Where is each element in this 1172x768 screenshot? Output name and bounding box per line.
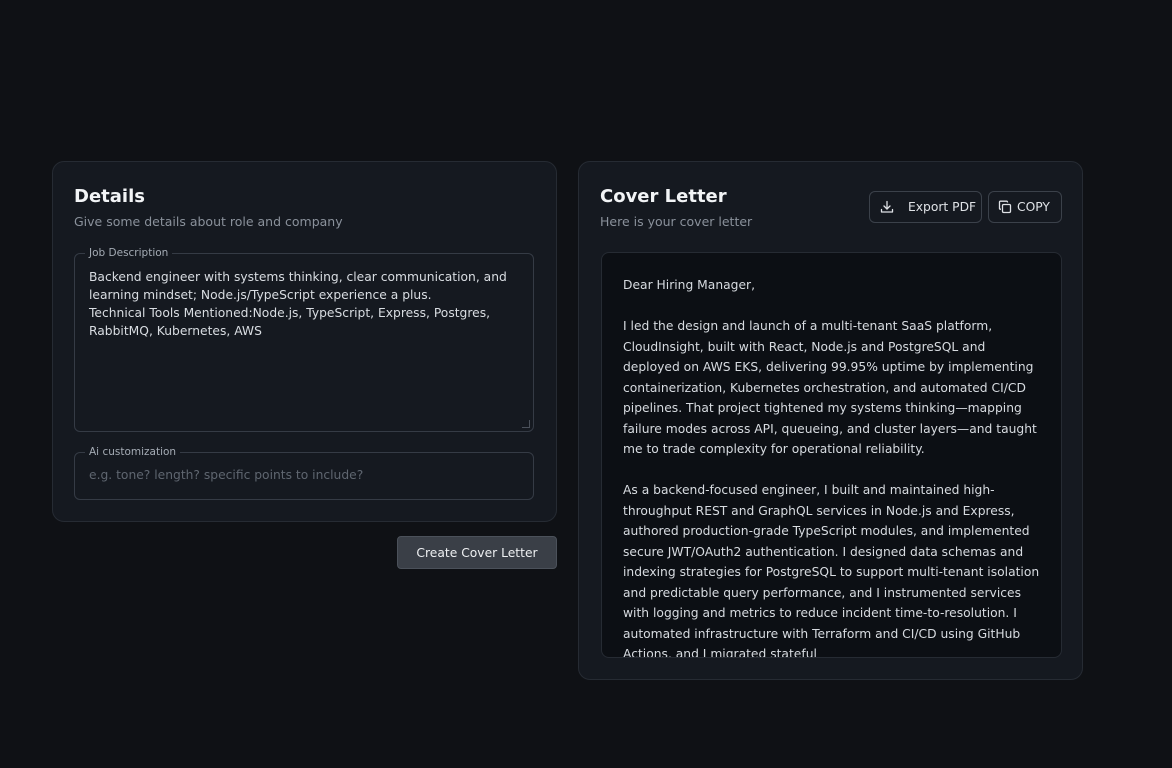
copy-icon [998,200,1012,214]
ai-customization-field[interactable]: Ai customization [74,445,534,500]
ai-customization-label: Ai customization [85,445,181,459]
download-icon [880,200,894,214]
job-description-label: Job Description [85,246,173,260]
cover-letter-output[interactable]: Dear Hiring Manager, I led the design an… [601,252,1062,658]
cover-letter-subtitle: Here is your cover letter [600,214,753,229]
export-pdf-button[interactable]: Export PDF [869,191,982,223]
details-title: Details [74,186,145,207]
cover-letter-card: Cover Letter Here is your cover letter E… [578,161,1083,680]
cover-letter-title: Cover Letter [600,186,727,207]
create-cover-letter-button[interactable]: Create Cover Letter [397,536,557,569]
export-pdf-label: Export PDF [908,200,977,214]
copy-button[interactable]: COPY [988,191,1062,223]
letter-paragraph: I led the design and launch of a multi-t… [623,319,1037,456]
letter-paragraph: As a backend-focused engineer, I built a… [623,483,1040,658]
resize-handle[interactable] [522,420,530,428]
cover-letter-text: Dear Hiring Manager, I led the design an… [623,275,1041,658]
job-description-field[interactable]: Job Description Backend engineer with sy… [74,246,534,432]
job-description-textarea[interactable]: Backend engineer with systems thinking, … [89,268,519,340]
ai-customization-input[interactable] [89,468,519,482]
details-subtitle: Give some details about role and company [74,214,343,229]
letter-paragraph: Dear Hiring Manager, [623,278,755,292]
copy-label: COPY [1017,200,1050,214]
details-card: Details Give some details about role and… [52,161,557,522]
